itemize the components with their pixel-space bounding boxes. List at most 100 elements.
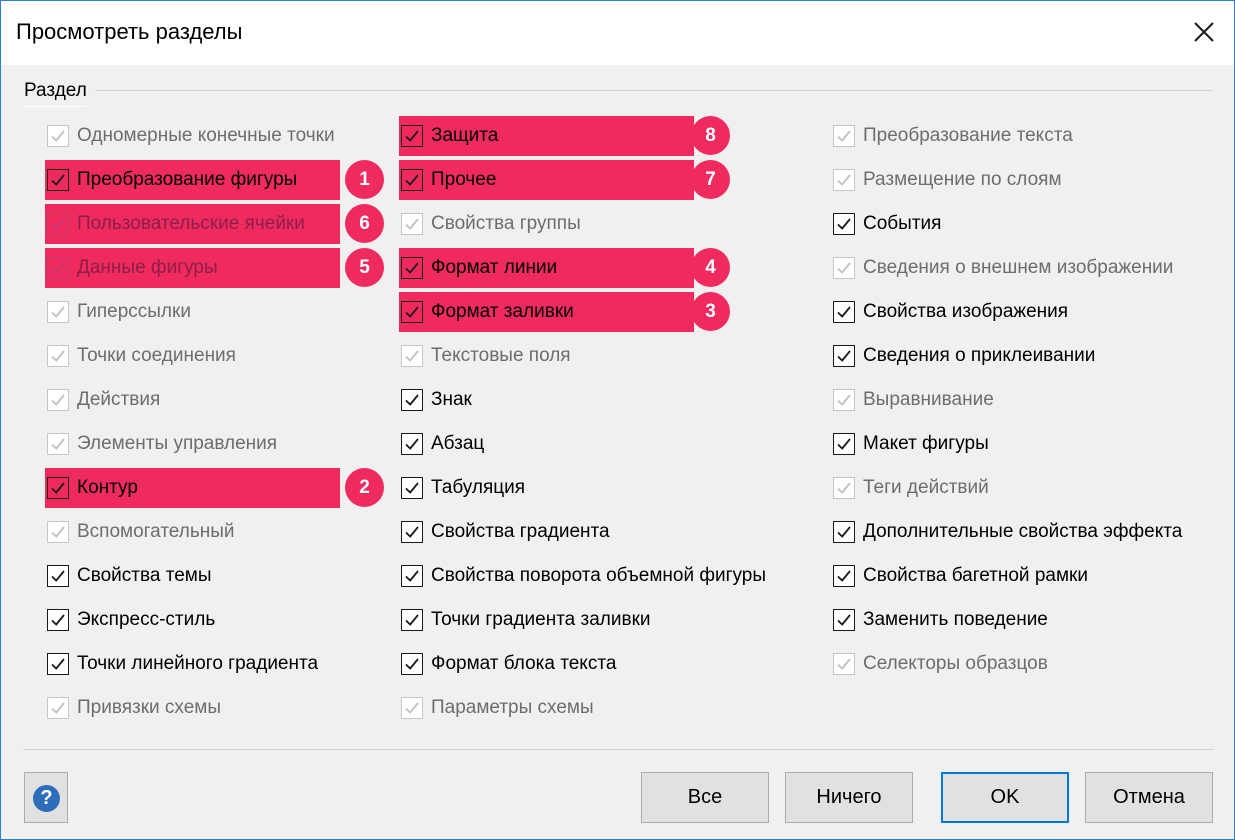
checkbox-label: Преобразование текста xyxy=(863,125,1073,146)
checkbox[interactable] xyxy=(47,477,69,499)
checkmark-icon xyxy=(837,614,851,626)
select-none-button[interactable]: Ничего xyxy=(785,772,913,823)
checkmark-icon xyxy=(405,526,419,538)
section-checkbox-item[interactable]: Абзац xyxy=(399,424,759,464)
checkbox-label: Контур xyxy=(77,477,138,498)
group-divider xyxy=(95,90,1213,91)
checkbox[interactable] xyxy=(401,565,423,587)
checkbox[interactable] xyxy=(401,653,423,675)
checkbox[interactable] xyxy=(47,169,69,191)
checkbox[interactable] xyxy=(401,389,423,411)
checkmark-icon xyxy=(51,130,65,142)
help-button[interactable]: ? xyxy=(24,772,68,823)
cancel-button[interactable]: Отмена xyxy=(1085,772,1213,823)
section-checkbox-item: Выравнивание xyxy=(831,380,1191,420)
checkbox xyxy=(833,125,855,147)
checkmark-icon xyxy=(837,394,851,406)
checkbox[interactable] xyxy=(833,345,855,367)
section-checkbox-item[interactable]: Свойства градиента xyxy=(399,512,759,552)
section-checkbox-item[interactable]: Свойства темы xyxy=(45,556,405,596)
checkbox[interactable] xyxy=(47,609,69,631)
checkmark-icon xyxy=(837,262,851,274)
close-icon xyxy=(1194,22,1214,42)
checkbox[interactable] xyxy=(833,301,855,323)
ok-button[interactable]: OK xyxy=(941,772,1069,823)
section-checkbox-item[interactable]: Свойства багетной рамки xyxy=(831,556,1191,596)
section-checkbox-item[interactable]: Табуляция xyxy=(399,468,759,508)
section-checkbox-item: Элементы управления xyxy=(45,424,405,464)
section-checkbox-item[interactable]: События xyxy=(831,204,1191,244)
number-badge: 6 xyxy=(345,204,384,243)
checkmark-icon xyxy=(837,174,851,186)
checkbox xyxy=(47,433,69,455)
title-bar: Просмотреть разделы xyxy=(1,1,1234,65)
section-checkbox-item[interactable]: Формат блока текста xyxy=(399,644,759,684)
checkbox-label: Заменить поведение xyxy=(863,609,1048,630)
checkmark-icon xyxy=(837,130,851,142)
checkmark-icon xyxy=(51,350,65,362)
checkmark-icon xyxy=(405,482,419,494)
checkbox-label: Точки соединения xyxy=(77,345,236,366)
checkbox-label: Пользовательские ячейки xyxy=(77,213,305,234)
checkbox[interactable] xyxy=(401,169,423,191)
checkbox-label: Формат блока текста xyxy=(431,653,617,674)
checkbox xyxy=(833,169,855,191)
section-checkbox-item: Вспомогательный xyxy=(45,512,405,552)
section-checkbox-item: Сведения о внешнем изображении xyxy=(831,248,1191,288)
section-checkbox-item[interactable]: Свойства поворота объемной фигуры xyxy=(399,556,766,596)
checkbox[interactable] xyxy=(833,213,855,235)
checkbox-label: Данные фигуры xyxy=(77,257,218,278)
section-checkbox-item[interactable]: Макет фигуры xyxy=(831,424,1191,464)
checkbox[interactable] xyxy=(47,653,69,675)
view-sections-dialog: Просмотреть разделы Раздел Одномерные ко… xyxy=(0,0,1235,840)
section-checkbox-item[interactable]: Сведения о приклеивании xyxy=(831,336,1191,376)
section-checkbox-item[interactable]: Дополнительные свойства эффекта xyxy=(831,512,1191,552)
checkbox[interactable] xyxy=(47,565,69,587)
checkbox[interactable] xyxy=(401,609,423,631)
checkbox[interactable] xyxy=(833,433,855,455)
checkbox[interactable] xyxy=(401,125,423,147)
section-checkbox-item[interactable]: Знак xyxy=(399,380,759,420)
section-checkbox-item: Точки соединения xyxy=(45,336,405,376)
checkbox[interactable] xyxy=(833,521,855,543)
section-checkbox-item: Привязки схемы xyxy=(45,688,405,728)
section-checkbox-item[interactable]: Экспресс-стиль xyxy=(45,600,405,640)
question-mark-icon: ? xyxy=(33,785,60,812)
checkmark-icon xyxy=(51,570,65,582)
checkbox xyxy=(47,697,69,719)
checkbox-label: Параметры схемы xyxy=(431,697,594,718)
checkbox[interactable] xyxy=(401,257,423,279)
checkbox[interactable] xyxy=(401,521,423,543)
group-label: Раздел xyxy=(24,80,87,107)
section-checkbox-item: Действия xyxy=(45,380,405,420)
checkmark-icon xyxy=(405,306,419,318)
section-checkbox-item[interactable]: Точки градиента заливки xyxy=(399,600,759,640)
checkbox xyxy=(47,345,69,367)
section-checkbox-item[interactable]: Заменить поведение xyxy=(831,600,1191,640)
checkmark-icon xyxy=(405,438,419,450)
checkmark-icon xyxy=(405,614,419,626)
checkbox[interactable] xyxy=(401,477,423,499)
checkbox-label: Сведения о внешнем изображении xyxy=(863,257,1174,278)
dialog-title: Просмотреть разделы xyxy=(16,19,243,44)
checkmark-icon xyxy=(51,218,65,230)
checkbox-label: Размещение по слоям xyxy=(863,169,1062,190)
number-badge: 4 xyxy=(691,248,730,287)
checkmark-icon xyxy=(837,350,851,362)
checkbox-label: События xyxy=(863,213,942,234)
number-badge: 7 xyxy=(691,160,730,199)
checkbox xyxy=(47,125,69,147)
select-all-button[interactable]: Все xyxy=(641,772,769,823)
section-checkbox-item[interactable]: Свойства изображения xyxy=(831,292,1191,332)
number-badge: 8 xyxy=(691,116,730,155)
checkbox-label: Вспомогательный xyxy=(77,521,235,542)
checkmark-icon xyxy=(51,482,65,494)
section-checkbox-item: Параметры схемы xyxy=(399,688,759,728)
section-checkbox-item: Селекторы образцов xyxy=(831,644,1191,684)
checkbox[interactable] xyxy=(401,433,423,455)
checkbox[interactable] xyxy=(833,565,855,587)
checkbox[interactable] xyxy=(833,609,855,631)
checkbox[interactable] xyxy=(401,301,423,323)
close-button[interactable] xyxy=(1184,12,1224,52)
section-checkbox-item[interactable]: Точки линейного градиента xyxy=(45,644,405,684)
